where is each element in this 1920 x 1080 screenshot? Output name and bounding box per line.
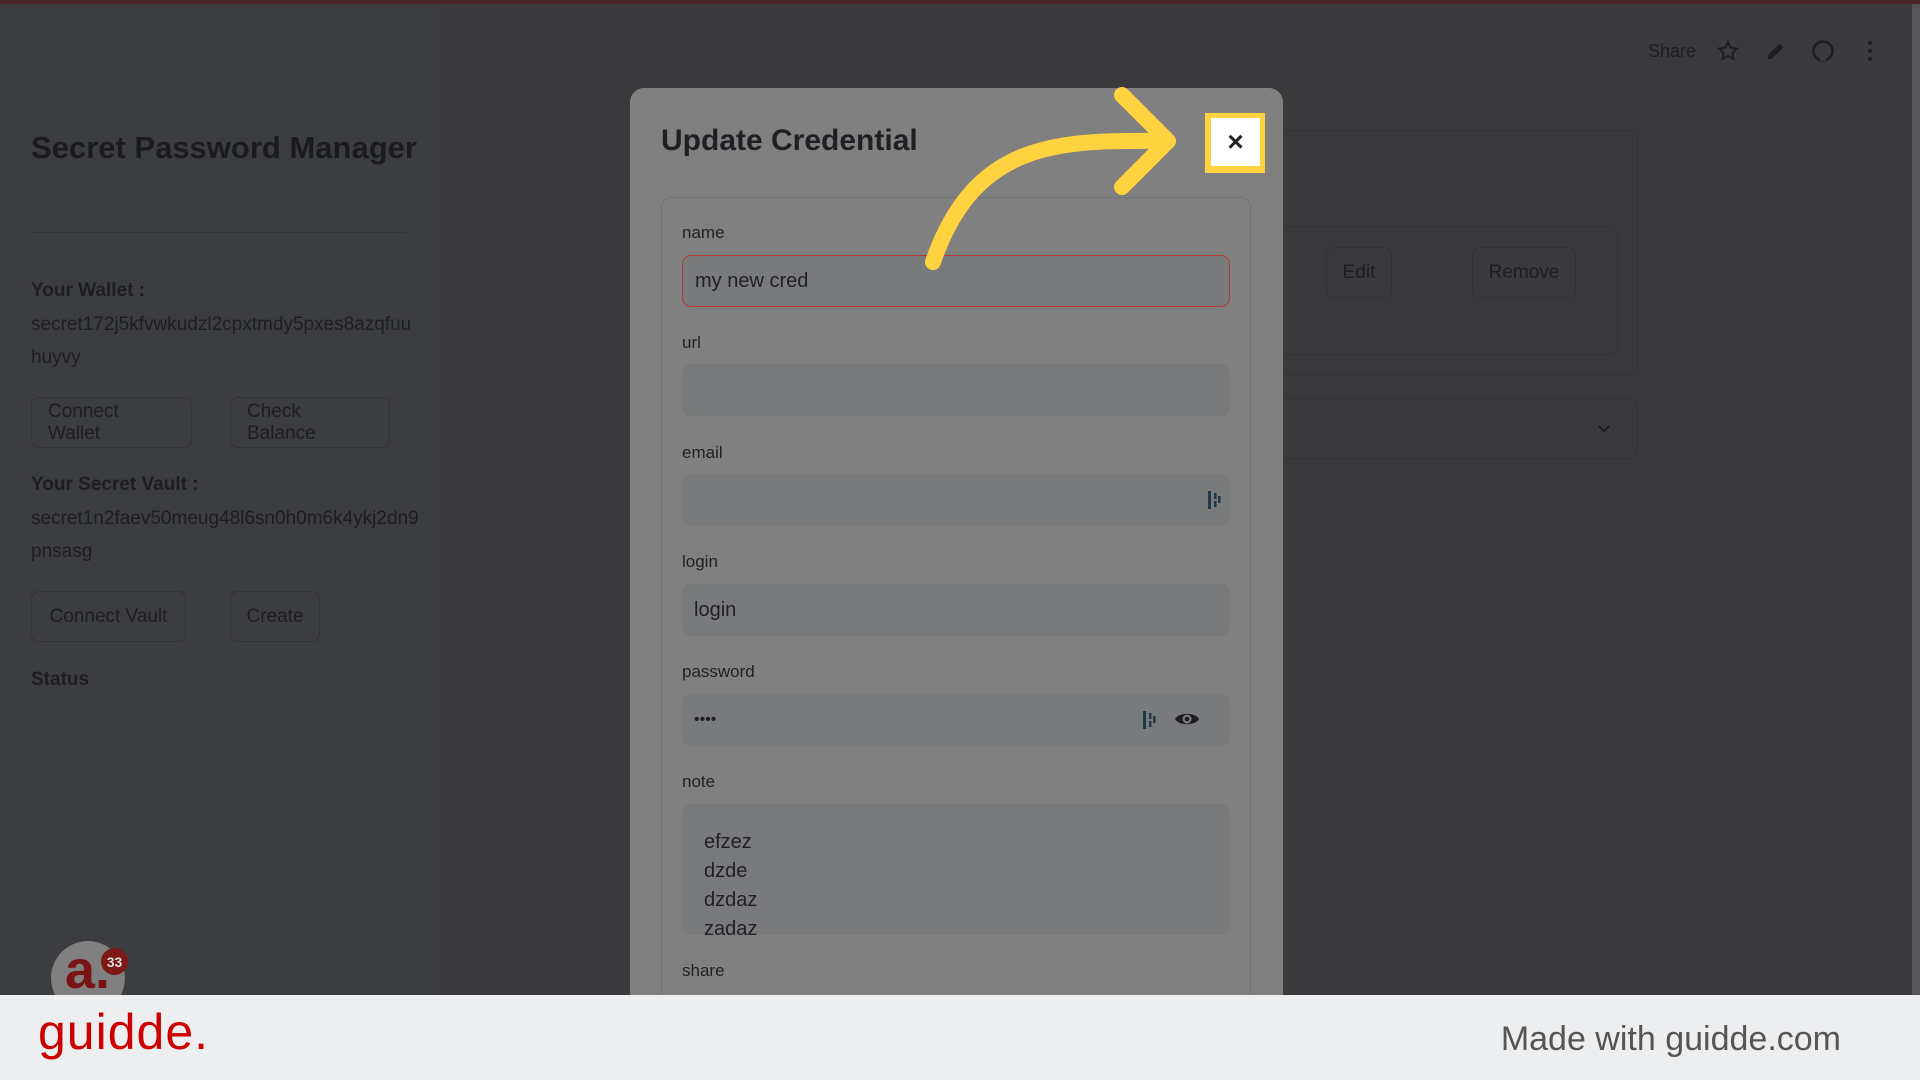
name-input[interactable]: my new cred	[682, 255, 1230, 307]
vault-address: secret1n2faev50meug48l6sn0h0m6k4ykj2dn9p…	[31, 508, 419, 562]
note-textarea[interactable]: efzez dzde dzdaz zadaz	[682, 804, 1230, 935]
share-label: share	[682, 961, 725, 980]
star-icon[interactable]	[1716, 39, 1740, 63]
expander[interactable]	[1240, 398, 1638, 459]
email-label: email	[682, 443, 723, 462]
create-button[interactable]: Create	[230, 591, 320, 642]
share-button[interactable]: Share	[1648, 41, 1696, 62]
vault-label: Your Secret Vault :	[31, 474, 199, 495]
remove-button[interactable]: Remove	[1472, 247, 1576, 298]
note-line: efzez	[704, 831, 752, 853]
note-line: dzde	[704, 860, 748, 882]
password-label: password	[682, 662, 755, 681]
password-manager-icon[interactable]	[1142, 711, 1156, 729]
name-label: name	[682, 223, 725, 242]
login-label: login	[682, 552, 718, 571]
password-manager-icon[interactable]	[1207, 491, 1221, 509]
note-line: zadaz	[704, 918, 758, 935]
github-icon[interactable]	[1811, 39, 1835, 63]
url-input[interactable]	[682, 364, 1230, 416]
wallet-address: secret172j5kfvwkudzl2cpxtmdy5pxes8azqfuu…	[31, 314, 412, 368]
guidde-logo: guidde.	[38, 1004, 210, 1060]
check-balance-button[interactable]: Check Balance	[230, 397, 390, 448]
close-button[interactable]: ×	[1211, 118, 1260, 166]
notification-badge: 33	[101, 948, 128, 975]
connect-wallet-button[interactable]: Connect Wallet	[31, 397, 192, 448]
avatar-logo-icon: a.	[65, 941, 111, 1000]
divider	[31, 232, 405, 233]
eye-icon[interactable]	[1174, 709, 1200, 729]
footer-tagline: Made with guidde.com	[1500, 1020, 1841, 1058]
status-label: Status	[31, 669, 90, 690]
modal-title: Update Credential	[661, 124, 918, 157]
edit-button[interactable]: Edit	[1326, 247, 1392, 298]
scrollbar[interactable]	[1912, 4, 1920, 995]
login-input[interactable]: login	[682, 584, 1230, 636]
note-line: dzdaz	[704, 889, 758, 911]
url-label: url	[682, 333, 701, 352]
email-input[interactable]	[682, 474, 1230, 526]
app-title: Secret Password Manager	[31, 130, 417, 165]
pencil-icon[interactable]	[1765, 40, 1787, 62]
chevron-down-icon[interactable]	[1596, 420, 1612, 436]
note-label: note	[682, 772, 716, 791]
connect-vault-button[interactable]: Connect Vault	[31, 591, 186, 642]
wallet-label: Your Wallet :	[31, 280, 145, 301]
more-vertical-icon[interactable]	[1862, 40, 1878, 62]
